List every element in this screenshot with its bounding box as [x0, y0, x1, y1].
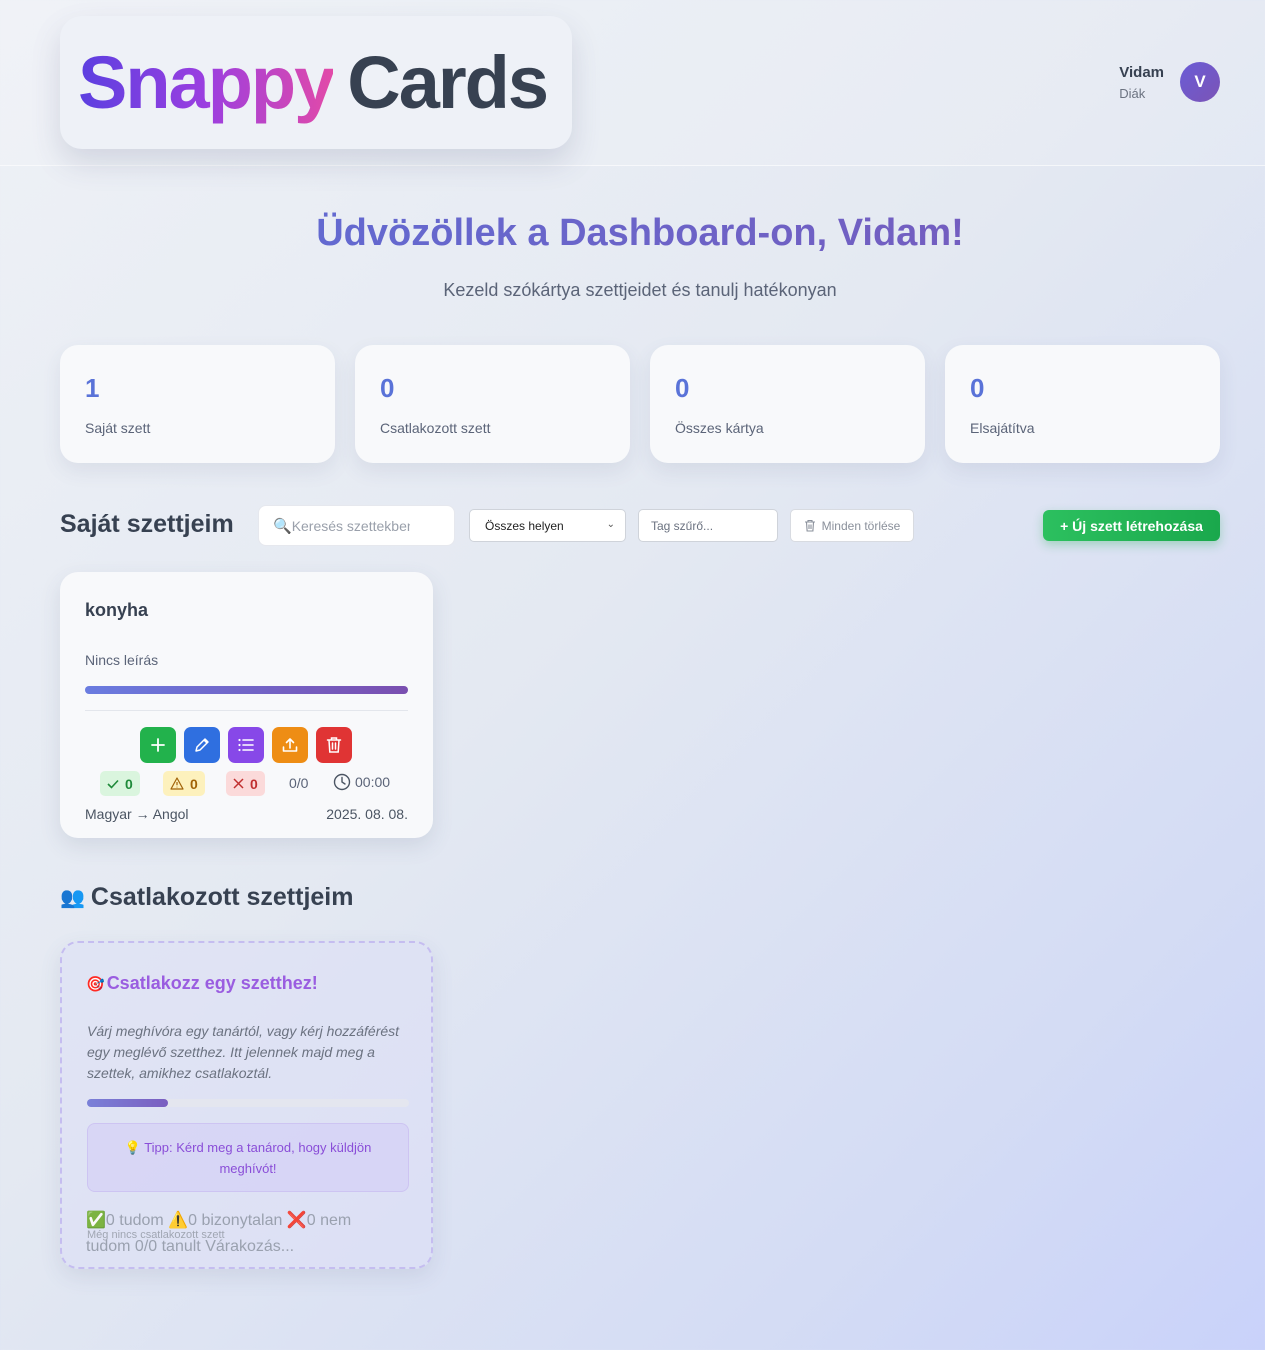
joined-sets-title: 👥 Csatlakozott szettjeim [60, 883, 353, 912]
stat-value: 0 [970, 373, 985, 403]
upload-icon [282, 738, 298, 752]
magnifier-icon: 🔍 [273, 517, 292, 535]
plus-icon [151, 738, 165, 752]
stat-value: 0 [380, 373, 395, 403]
stat-own-sets: 1 Saját szett [60, 345, 335, 463]
search-input[interactable]: 🔍 Keresés szettekben [258, 505, 455, 546]
set-languages: Magyar → Angol [85, 806, 189, 822]
known-badge: 0 [100, 771, 140, 796]
unknown-count: 0 [250, 775, 258, 792]
logo[interactable]: Snappy Cards [60, 16, 572, 149]
welcome-title: Üdvözöllek a Dashboard-on, Vidam! [0, 212, 1265, 255]
joined-sets-title-text: Csatlakozott szettjeim [90, 883, 354, 911]
stat-label: Saját szett [85, 420, 151, 436]
x-icon [233, 778, 244, 789]
tip-box: 💡 Tipp: Kérd meg a tanárod, hogy küldjön… [87, 1123, 409, 1192]
tag-filter-placeholder: Tag szűrő... [651, 518, 714, 533]
stat-label: Összes kártya [675, 420, 764, 436]
user-menu[interactable]: Vidam Diák V [1119, 62, 1220, 102]
set-progress-bar [85, 686, 408, 694]
join-progress-fill [87, 1099, 168, 1107]
target-icon: 🎯 [86, 975, 105, 993]
stat-total-cards: 0 Összes kártya [650, 345, 925, 463]
set-card[interactable]: konyha Nincs leírás 0 0 0 0/0 00:00 Magy… [60, 572, 433, 838]
join-card-title: 🎯 Csatlakozz egy szetthez! [86, 973, 318, 994]
avatar[interactable]: V [1180, 62, 1220, 102]
trash-icon [326, 737, 342, 753]
people-icon: 👥 [60, 887, 85, 909]
delete-set-button[interactable] [316, 727, 352, 763]
set-actions [140, 727, 360, 763]
stat-value: 0 [675, 373, 690, 403]
stat-value: 1 [85, 373, 100, 403]
stat-label: Csatlakozott szett [380, 420, 491, 436]
chevron-down-icon: ⌄ [606, 519, 615, 530]
unsure-badge: 0 [163, 771, 205, 796]
export-set-button[interactable] [272, 727, 308, 763]
set-stats: 0 0 0 0/0 00:00 [100, 771, 400, 796]
warning-icon [170, 777, 184, 790]
list-cards-button[interactable] [228, 727, 264, 763]
user-info: Vidam Diák [1119, 64, 1164, 101]
own-sets-title: Saját szettjeim [60, 510, 234, 538]
unknown-badge: 0 [226, 771, 265, 796]
join-set-placeholder-card: 🎯 Csatlakozz egy szetthez! Várj meghívór… [60, 941, 433, 1269]
join-progress-bar [87, 1099, 409, 1107]
known-count: 0 [125, 775, 133, 792]
list-icon [238, 738, 254, 752]
clear-all-label: Minden törlése [821, 518, 901, 533]
pencil-icon [195, 738, 209, 752]
empty-state-text: Még nincs csatlakozott szett [87, 1229, 225, 1241]
timer-value: 00:00 [355, 774, 391, 790]
clock-icon [333, 773, 351, 791]
clear-all-button[interactable]: Minden törlése [790, 509, 914, 542]
join-card-title-text: Csatlakozz egy szetthez! [106, 973, 318, 993]
tag-filter-input[interactable]: Tag szűrő... [638, 509, 778, 542]
search-placeholder: Keresés szettekben [291, 517, 410, 534]
logo-snappy-text: Snappy [78, 41, 335, 124]
unsure-count: 0 [190, 775, 198, 792]
stat-joined-sets: 0 Csatlakozott szett [355, 345, 630, 463]
set-date: 2025. 08. 08. [326, 806, 408, 822]
join-card-description: Várj meghívóra egy tanártól, vagy kérj h… [87, 1023, 400, 1081]
edit-set-button[interactable] [184, 727, 220, 763]
user-role: Diák [1119, 85, 1146, 101]
welcome-subtitle: Kezeld szókártya szettjeidet és tanulj h… [443, 280, 837, 300]
divider [85, 710, 408, 711]
new-set-button[interactable]: + Új szett létrehozása [1043, 510, 1220, 541]
set-description: Nincs leírás [85, 652, 159, 668]
set-title: konyha [85, 600, 149, 620]
check-icon [107, 779, 119, 789]
study-timer: 00:00 [333, 773, 390, 791]
location-filter-value: Összes helyen [485, 518, 564, 533]
user-name: Vidam [1119, 63, 1164, 81]
learned-ratio: 0/0 [289, 775, 309, 791]
stat-label: Elsajátítva [970, 420, 1035, 436]
add-card-button[interactable] [140, 727, 176, 763]
location-filter-select[interactable]: Összes helyen ⌄ [469, 509, 626, 542]
stat-mastered: 0 Elsajátítva [945, 345, 1220, 463]
top-bar: Snappy Cards Vidam Diák V [0, 0, 1265, 166]
logo-cards-text: Cards [347, 41, 549, 124]
trash-icon [804, 519, 815, 532]
